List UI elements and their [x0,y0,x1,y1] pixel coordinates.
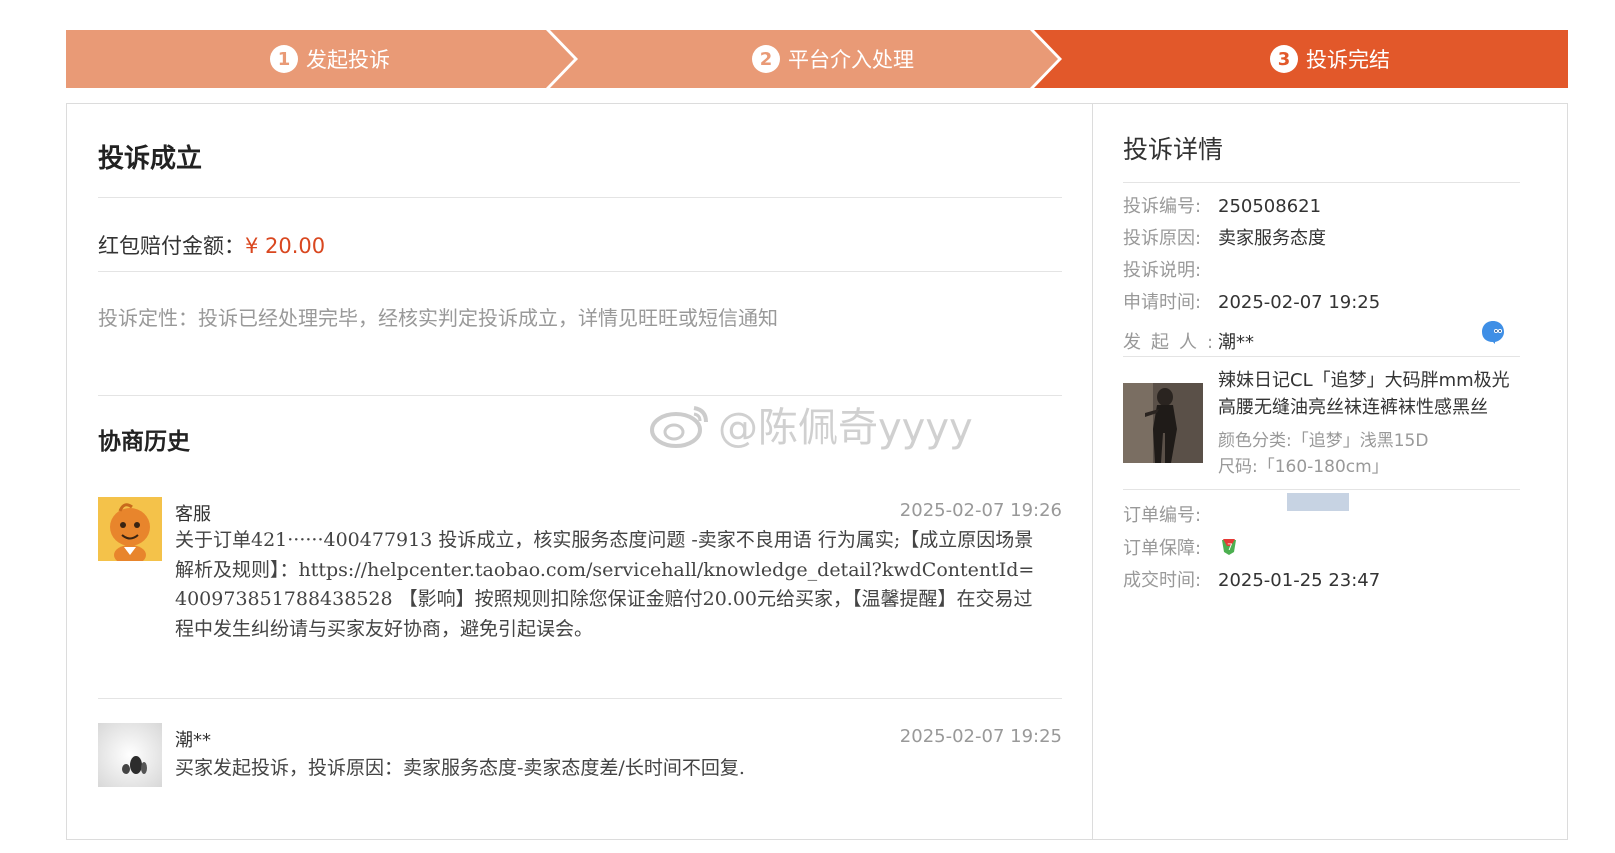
step-2-number: 2 [752,45,780,73]
history-title: 协商历史 [98,429,190,455]
deal-time-value: 2025-01-25 23:47 [1218,570,1381,591]
complaint-number-value: 250508621 [1218,196,1322,217]
complaint-desc-label: 投诉说明: [1123,260,1202,281]
buyer-avatar [98,723,162,787]
compensation-amount-row: 红包赔付金额：¥ 20.00 [98,230,325,260]
history-author: 潮** [175,730,211,751]
svg-text:7: 7 [1227,543,1233,553]
order-guarantee-icon[interactable]: 7 [1218,534,1240,560]
step-3-label: 投诉完结 [1306,48,1390,72]
complaint-detail-panel: 投诉详情 投诉编号: 250508621 投诉原因: 卖家服务态度 投诉说明: 申请… [1092,103,1568,840]
complaint-number-row: 投诉编号: 250508621 [1123,192,1321,218]
progress-steps: 1 发起投诉 2 平台介入处理 3 投诉完结 [66,30,1568,88]
initiator-label: 发起人: [1123,332,1224,353]
complaint-reason-label: 投诉原因: [1123,228,1202,249]
weibo-watermark: @陈佩奇yyyy [650,395,973,453]
step-3: 3 投诉完结 [1270,30,1390,88]
apply-time-value: 2025-02-07 19:25 [1218,292,1381,313]
step-2: 2 平台介入处理 [752,30,914,88]
step-1: 1 发起投诉 [270,30,390,88]
deal-time-label: 成交时间: [1123,570,1202,591]
divider [98,698,1062,699]
complaint-number-label: 投诉编号: [1123,196,1202,217]
deal-time-row: 成交时间: 2025-01-25 23:47 [1123,566,1380,592]
divider [1123,489,1520,490]
order-guarantee-row: 订单保障: [1123,534,1218,560]
history-author: 客服 [175,504,211,525]
history-message: 关于订单421······400477913 投诉成立，核实服务态度问题 -卖家… [175,529,1035,640]
amount-value: ¥ 20.00 [245,234,326,258]
divider [1123,182,1520,183]
history-time: 2025-02-07 19:26 [899,500,1062,521]
redaction-blur [1287,493,1349,511]
detail-title: 投诉详情 [1123,135,1224,164]
divider [98,271,1062,272]
order-guarantee-label: 订单保障: [1123,538,1202,559]
amount-label: 红包赔付金额： [98,234,245,258]
history-time: 2025-02-07 19:25 [899,726,1062,747]
apply-time-row: 申请时间: 2025-02-07 19:25 [1123,288,1380,314]
complaint-reason-value: 卖家服务态度 [1218,228,1326,249]
initiator-value: 潮** [1218,332,1254,353]
product-color: 颜色分类:「追梦」浅黑15D [1218,431,1429,451]
result-title: 投诉成立 [98,144,203,174]
initiator-row: 发起人:潮** [1123,328,1254,354]
product-thumbnail[interactable] [1123,383,1203,463]
complaint-desc-row: 投诉说明: [1123,256,1218,282]
customer-service-avatar [98,497,162,561]
step-3-number: 3 [1270,45,1298,73]
complaint-nature: 投诉定性：投诉已经处理完毕，经核实判定投诉成立，详情见旺旺或短信通知 [98,306,778,330]
step-1-label: 发起投诉 [306,48,390,72]
product-title-link[interactable]: 辣妹日记CL「追梦」大码胖mm极光高腰无缝油亮丝袜连裤袜性感黑丝 [1218,367,1518,421]
step-1-number: 1 [270,45,298,73]
step-2-label: 平台介入处理 [788,48,914,72]
weibo-logo-icon [650,406,708,448]
apply-time-label: 申请时间: [1123,292,1202,313]
divider [98,197,1062,198]
product-size: 尺码:「160-180cm」 [1218,457,1389,477]
wangwang-chat-icon[interactable] [1481,320,1505,348]
complaint-result-panel: 投诉成立 红包赔付金额：¥ 20.00 投诉定性：投诉已经处理完毕，经核实判定投… [66,103,1092,840]
divider [1123,356,1520,357]
order-number-label: 订单编号: [1123,505,1202,526]
history-message: 买家发起投诉，投诉原因：卖家服务态度-卖家态度差/长时间不回复. [175,757,745,779]
complaint-reason-row: 投诉原因: 卖家服务态度 [1123,224,1326,250]
order-number-row: 订单编号: [1123,501,1218,527]
watermark-text: @陈佩奇yyyy [718,405,973,451]
